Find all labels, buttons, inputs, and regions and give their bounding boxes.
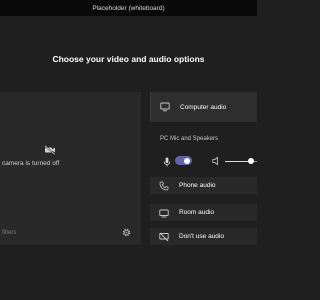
page-heading: Choose your video and audio options	[52, 54, 205, 64]
computer-audio-label: Computer audio	[180, 103, 227, 111]
phone-audio-label: Phone audio	[179, 182, 216, 189]
background-filters-link[interactable]: filters	[2, 230, 16, 236]
camera-status-text: camera is turned off	[2, 160, 60, 167]
room-audio-option[interactable]: Room audio	[150, 204, 257, 221]
speaker-volume-slider[interactable]	[225, 152, 257, 170]
computer-icon	[160, 102, 170, 112]
video-preview-panel: camera is turned off filters	[0, 92, 141, 245]
audio-options-panel: Computer audio PC Mic and Speakers Phone…	[150, 92, 257, 245]
volume-thumb[interactable]	[248, 158, 254, 164]
toggle-knob	[184, 157, 190, 164]
phone-audio-option[interactable]: Phone audio	[150, 177, 257, 194]
window-title: Placeholder (whiteboard)	[92, 4, 165, 12]
no-audio-label: Don't use audio	[179, 233, 224, 240]
room-device-icon	[159, 208, 169, 218]
audio-device-label[interactable]: PC Mic and Speakers	[160, 136, 218, 142]
window-titlebar: Placeholder (whiteboard)	[0, 0, 257, 16]
microphone-toggle[interactable]	[175, 156, 192, 165]
join-screen: Placeholder (whiteboard) Choose your vid…	[0, 0, 257, 300]
computer-audio-option[interactable]: Computer audio	[150, 92, 257, 122]
camera-off-icon	[44, 145, 56, 155]
audio-off-icon	[159, 232, 169, 242]
gear-icon[interactable]	[121, 227, 132, 238]
speaker-icon	[212, 156, 218, 166]
room-audio-label: Room audio	[179, 209, 215, 216]
no-audio-option[interactable]: Don't use audio	[150, 228, 257, 245]
microphone-icon	[163, 157, 171, 167]
phone-icon	[159, 181, 169, 191]
